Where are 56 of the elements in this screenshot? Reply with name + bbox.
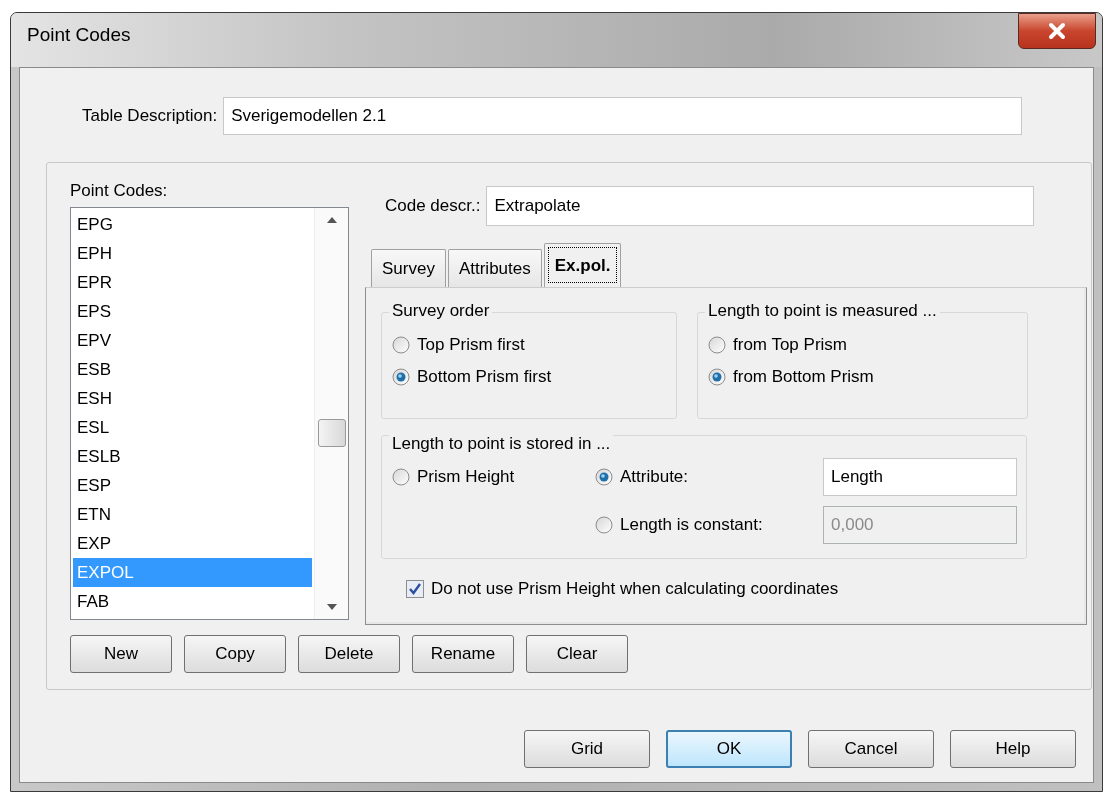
list-item[interactable]: EPG <box>73 210 312 239</box>
text-field[interactable]: Sverigemodellen 2.1 <box>223 97 1023 135</box>
list-item[interactable]: ETN <box>73 500 312 529</box>
down-arrow-icon[interactable] <box>325 603 338 611</box>
list-item[interactable]: EPR <box>73 268 312 297</box>
radio-button[interactable] <box>392 468 410 486</box>
radio-button[interactable] <box>392 336 410 354</box>
tab[interactable]: Attributes <box>447 249 542 287</box>
list-item[interactable]: ESH <box>73 384 312 413</box>
radio-button[interactable] <box>708 336 726 354</box>
scroll-thumb[interactable] <box>317 419 346 447</box>
button[interactable]: Cancel <box>808 730 934 768</box>
radio-label: from Bottom Prism <box>733 367 874 387</box>
list-item[interactable]: FAB <box>73 587 312 616</box>
radio-label: Bottom Prism first <box>417 367 552 387</box>
window-title: Point Codes <box>27 24 131 46</box>
radio-button[interactable] <box>708 368 726 386</box>
radio-label: from Top Prism <box>733 335 847 355</box>
checkbox[interactable] <box>406 580 424 598</box>
button[interactable]: Help <box>950 730 1076 768</box>
radio-label: Length is constant: <box>620 515 763 535</box>
tab[interactable]: Ex.pol. <box>543 243 622 287</box>
list-item[interactable]: ESLB <box>73 442 312 471</box>
up-arrow-icon[interactable] <box>325 216 338 224</box>
list-item[interactable]: ESL <box>73 413 312 442</box>
radio-label: Prism Height <box>417 467 515 487</box>
button[interactable]: Copy <box>184 635 286 673</box>
radio-label: Top Prism first <box>417 335 525 355</box>
close-button[interactable] <box>1018 13 1096 49</box>
checkbox-label: Do not use Prism Height when calculating coordinates <box>431 579 839 599</box>
list-label: Point Codes: <box>70 181 169 201</box>
close-icon <box>1048 22 1066 40</box>
group-title: Length to point is stored in ... <box>389 434 614 454</box>
radio-label: Attribute: <box>620 467 689 487</box>
tab[interactable]: Survey <box>371 249 446 287</box>
list-item[interactable]: EPH <box>73 239 312 268</box>
text-field[interactable]: Length <box>823 458 1017 496</box>
field-label: Table Description: <box>82 106 218 126</box>
button[interactable]: Grid <box>524 730 650 768</box>
button[interactable]: Delete <box>298 635 400 673</box>
button[interactable]: Clear <box>526 635 628 673</box>
button[interactable]: Rename <box>412 635 514 673</box>
list-item[interactable]: EPS <box>73 297 312 326</box>
field-label: Code descr.: <box>385 196 481 216</box>
list-item[interactable]: ESP <box>73 471 312 500</box>
group-title: Survey order <box>389 301 493 321</box>
list-item[interactable]: EPV <box>73 326 312 355</box>
list-item[interactable]: EXP <box>73 529 312 558</box>
button[interactable]: New <box>70 635 172 673</box>
button[interactable]: OK <box>666 730 792 768</box>
text-field[interactable]: Extrapolate <box>486 186 1035 226</box>
radio-button[interactable] <box>595 468 613 486</box>
list-item[interactable]: ESB <box>73 355 312 384</box>
radio-button[interactable] <box>392 368 410 386</box>
scrollbar[interactable] <box>314 208 348 619</box>
group-title: Length to point is measured ... <box>705 301 940 321</box>
